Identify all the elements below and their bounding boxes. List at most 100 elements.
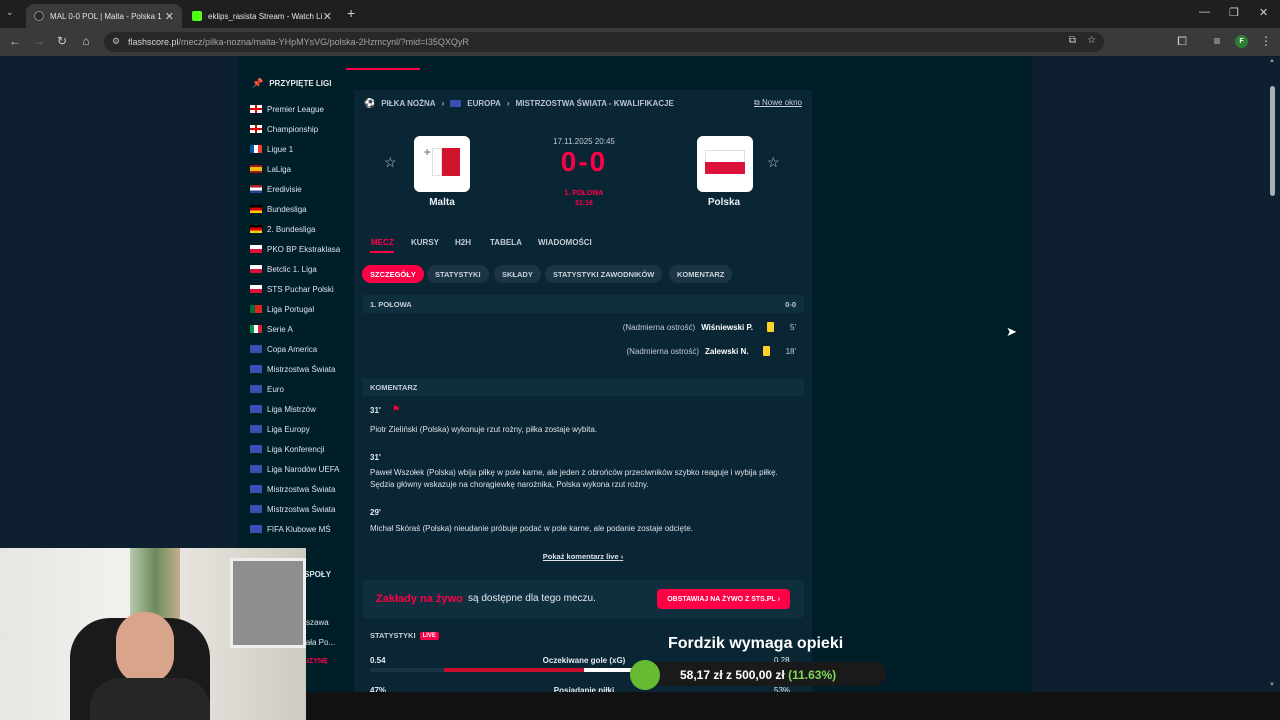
match-score: 0-0 (560, 146, 608, 177)
sidebar-league-item[interactable]: FIFA Klubowe MŚ (242, 519, 352, 539)
bookmark-star-icon[interactable]: ☆ (1087, 35, 1096, 46)
forward-arrow-icon[interactable]: → (31, 34, 47, 48)
commentary-minute: 29' (370, 508, 381, 517)
breadcrumb-region[interactable]: EUROPA (467, 99, 501, 108)
new-window-link[interactable]: ⧉ Nowe okno (754, 98, 802, 108)
tab-list-chevron-icon[interactable]: ⌄ (6, 7, 14, 18)
install-app-icon[interactable]: ⧉ (1069, 35, 1076, 46)
sidebar-partial-3[interactable]: iała Po... (304, 638, 335, 647)
sidebar-league-item[interactable]: Premier League (242, 99, 352, 119)
back-arrow-icon[interactable]: ← (7, 34, 23, 48)
sidebar-league-item[interactable]: Betclic 1. Liga (242, 259, 352, 279)
sidebar-league-label: Eredivisie (267, 184, 302, 194)
away-team-name[interactable]: Polska (674, 197, 774, 208)
bet-live-button[interactable]: OBSTAWIAJ NA ŻYWO Z STS.PL › (657, 589, 790, 609)
bet-text: są dostępne dla tego meczu. (468, 593, 596, 604)
sidebar-league-item[interactable]: Liga Portugal (242, 299, 352, 319)
match-clock: 31:16 (575, 200, 593, 207)
home-team-name[interactable]: Malta (392, 197, 492, 208)
subtab-szczegoly[interactable]: SZCZEGÓŁY (362, 265, 424, 283)
maximize-icon[interactable]: ❐ (1229, 6, 1239, 19)
sidebar-league-label: 2. Bundesliga (267, 224, 316, 234)
sidebar-league-item[interactable]: LaLiga (242, 159, 352, 179)
kick-favicon-icon (192, 11, 202, 21)
tab-wiadomosci[interactable]: WIADOMOŚCI (538, 238, 592, 247)
scrollbar-thumb[interactable] (1270, 86, 1275, 196)
sidebar-partial-2[interactable]: szawa (306, 618, 329, 627)
breadcrumb-competition[interactable]: MISTRZOSTWA ŚWIATA - KWALIFIKACJE (516, 99, 674, 108)
sidebar-league-item[interactable]: 2. Bundesliga (242, 219, 352, 239)
profile-avatar[interactable]: F (1235, 35, 1248, 48)
home-icon[interactable]: ⌂ (78, 34, 94, 48)
media-control-icon[interactable]: ≡ (1209, 34, 1225, 48)
sidebar-league-label: Mistrzostwa Świata (267, 504, 336, 514)
sidebar-league-item[interactable]: Ligue 1 (242, 139, 352, 159)
subtab-statystyki[interactable]: STATYSTYKI (427, 265, 489, 283)
sidebar-league-item[interactable]: Euro (242, 379, 352, 399)
close-tab-icon[interactable]: ✕ (165, 10, 174, 23)
subtab-statystyki-zawodnikow[interactable]: STATYSTYKI ZAWODNIKÓW (545, 265, 663, 283)
reload-icon[interactable]: ↻ (54, 34, 70, 48)
menu-kebab-icon[interactable]: ⋮ (1258, 34, 1274, 48)
favorite-away-star-icon[interactable]: ☆ (767, 154, 780, 171)
site-info-icon[interactable]: ⚙ (112, 36, 120, 47)
show-live-commentary-link[interactable]: Pokaż komentarz live › (354, 552, 812, 561)
sidebar-league-label: Mistrzostwa Świata (267, 484, 336, 494)
sidebar-league-item[interactable]: PKO BP Ekstraklasa (242, 239, 352, 259)
home-team-logo[interactable]: ✚ (414, 136, 470, 192)
sidebar-league-item[interactable]: Mistrzostwa Świata (242, 499, 352, 519)
webcam-person-head (116, 612, 174, 684)
eng-flag-icon (250, 105, 262, 113)
half-header: 1. POŁOWA 0-0 (362, 295, 804, 313)
tab-h2h[interactable]: H2H (455, 238, 471, 247)
sidebar-league-item[interactable]: Liga Europy (242, 419, 352, 439)
subtab-komentarz[interactable]: KOMENTARZ (669, 265, 733, 283)
stat-bar-home (444, 668, 584, 672)
subtab-sklady[interactable]: SKŁADY (494, 265, 541, 283)
sidebar-league-item[interactable]: Mistrzostwa Świata (242, 479, 352, 499)
page-scrollbar[interactable]: ▲ ▼ (1268, 56, 1276, 720)
world-flag-icon (250, 345, 262, 353)
mouse-cursor-icon: ➤ (1006, 324, 1017, 339)
tab-flashscore[interactable]: MAL 0-0 POL | Malta - Polska 1 ✕ (26, 4, 182, 28)
away-team-logo[interactable] (697, 136, 753, 192)
sidebar-league-item[interactable]: Liga Konferencji (242, 439, 352, 459)
flashscore-favicon-icon (34, 11, 44, 21)
tab-kursy[interactable]: KURSY (411, 238, 439, 247)
incident-player[interactable]: Wiśniewski P. (701, 323, 753, 332)
de-flag-icon (250, 205, 262, 213)
breadcrumb-sport[interactable]: PIŁKA NOŻNA (381, 99, 435, 108)
sidebar-league-item[interactable]: Eredivisie (242, 179, 352, 199)
incident-row: (Nadmierna ostrość) Wiśniewski P. 5' (623, 322, 796, 332)
extensions-icon[interactable]: ⧠ (1174, 34, 1190, 49)
chevron-right-icon: › (441, 99, 445, 108)
incident-player[interactable]: Zalewski N. (705, 347, 749, 356)
close-window-icon[interactable]: ✕ (1259, 6, 1268, 19)
tab-tabela[interactable]: TABELA (490, 238, 522, 247)
tab-title: eklips_rasista Stream - Watch Li (208, 11, 323, 21)
sidebar-league-item[interactable]: Championship (242, 119, 352, 139)
yellow-card-icon (767, 322, 775, 332)
sidebar-league-item[interactable]: Liga Narodów UEFA (242, 459, 352, 479)
sidebar-partial-4[interactable]: UZYNĘ (304, 658, 328, 665)
scroll-down-icon[interactable]: ▼ (1269, 682, 1275, 688)
tab-mecz[interactable]: MECZ (371, 238, 394, 247)
sidebar-league-item[interactable]: Bundesliga (242, 199, 352, 219)
sidebar-league-item[interactable]: Copa America (242, 339, 352, 359)
sidebar-league-item[interactable]: Mistrzostwa Świata (242, 359, 352, 379)
sidebar-league-label: Bundesliga (267, 204, 307, 214)
new-tab-plus-icon[interactable]: + (347, 5, 355, 21)
sidebar-league-label: Euro (267, 384, 284, 394)
url-bar[interactable]: ⚙ flashscore.pl/mecz/pilka-nozna/malta-Y… (104, 32, 1104, 52)
sidebar-league-item[interactable]: STS Puchar Polski (242, 279, 352, 299)
favorite-home-star-icon[interactable]: ☆ (384, 154, 397, 171)
sidebar-league-item[interactable]: Liga Mistrzów (242, 399, 352, 419)
stats-label: STATYSTYKI (370, 631, 416, 640)
close-tab-icon[interactable]: ✕ (323, 10, 332, 23)
tab-kick-stream[interactable]: eklips_rasista Stream - Watch Li ✕ (184, 4, 340, 28)
browser-toolbar: ← → ↻ ⌂ ⚙ flashscore.pl/mecz/pilka-nozna… (0, 28, 1280, 56)
sidebar-league-item[interactable]: Serie A (242, 319, 352, 339)
minimize-icon[interactable]: — (1199, 6, 1210, 18)
url-path: /mecz/pilka-nozna/malta-YHpMYsVG/polska-… (178, 37, 469, 47)
scroll-up-icon[interactable]: ▲ (1269, 58, 1275, 64)
